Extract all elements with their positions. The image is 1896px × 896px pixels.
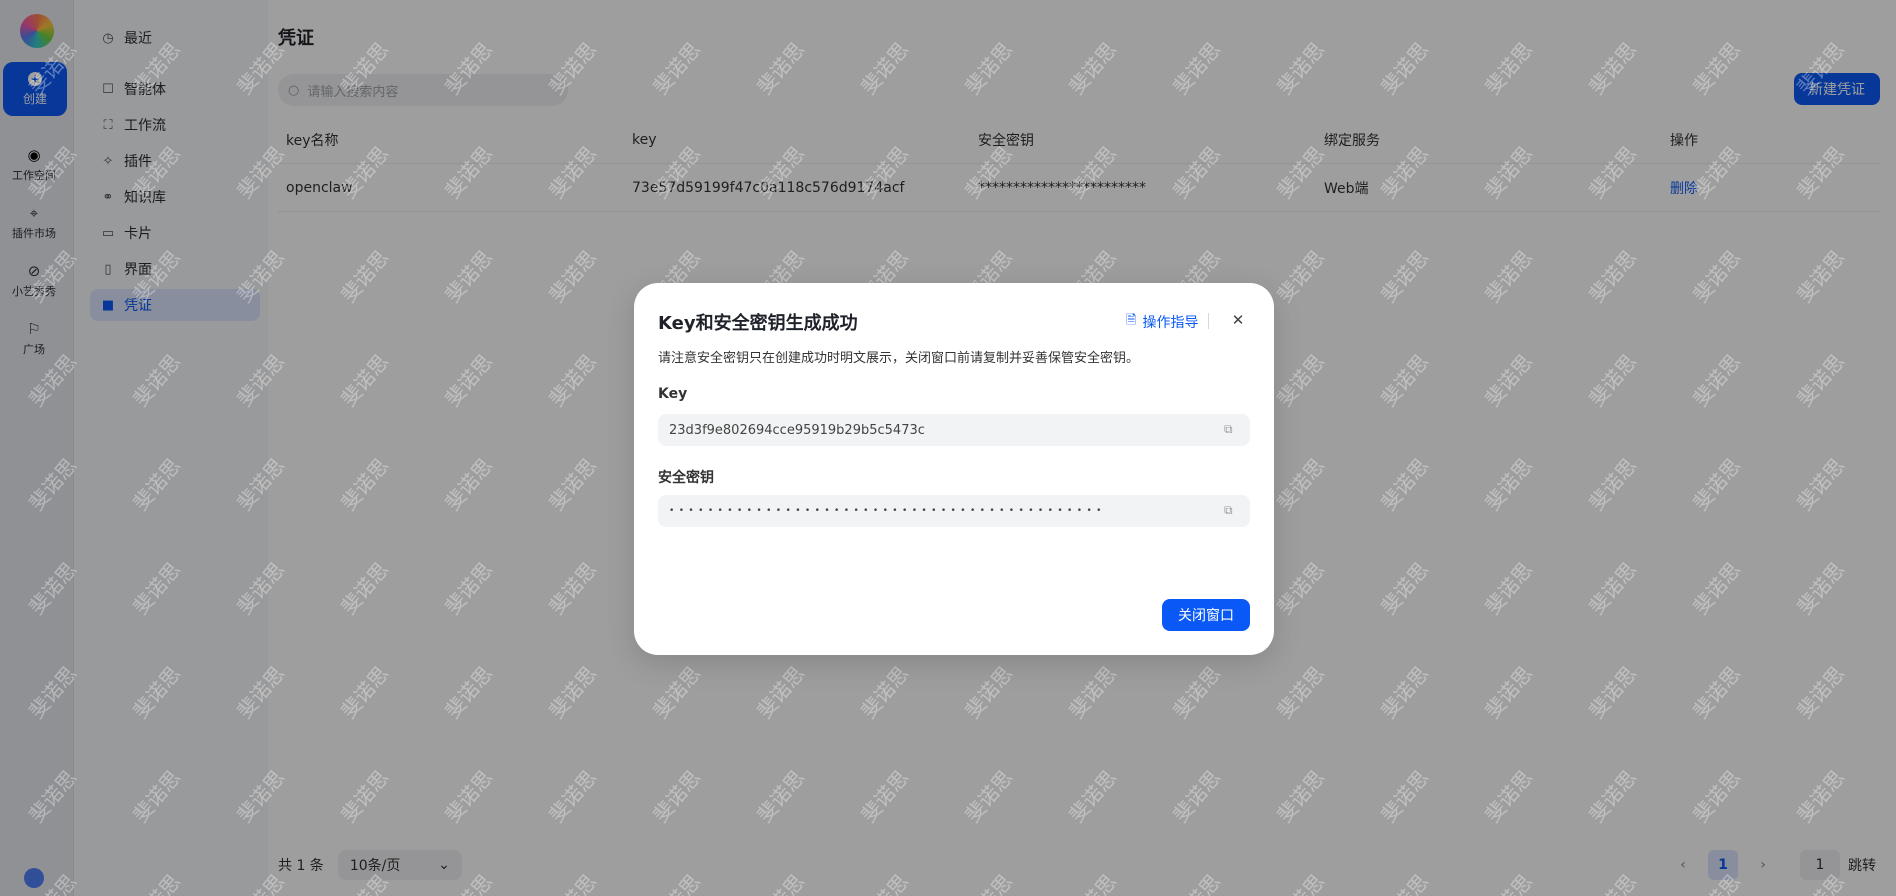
secret-value: ••••••••••••••••••••••••••••••••••••••••…: [669, 506, 1106, 516]
guide-link[interactable]: 🗎 操作指导: [1126, 311, 1198, 333]
secret-label: 安全密钥: [658, 470, 714, 486]
document-icon: 🗎: [1126, 313, 1137, 328]
key-label: Key: [658, 386, 688, 402]
guide-label: 操作指导: [1142, 315, 1199, 331]
key-created-dialog: Key和安全密钥生成成功 🗎 操作指导 ✕ 请注意安全密钥只在创建成功时明文展示…: [634, 283, 1274, 655]
copy-icon[interactable]: ⧉: [1224, 503, 1238, 517]
close-icon[interactable]: ✕: [1228, 310, 1248, 330]
key-value: 23d3f9e802694cce95919b29b5c5473c: [669, 422, 925, 438]
secret-field[interactable]: ••••••••••••••••••••••••••••••••••••••••…: [658, 495, 1250, 527]
dialog-description: 请注意安全密钥只在创建成功时明文展示，关闭窗口前请复制并妥善保管安全密钥。: [658, 351, 1140, 366]
dialog-title: Key和安全密钥生成成功: [658, 313, 858, 334]
copy-icon[interactable]: ⧉: [1224, 422, 1238, 436]
close-window-button[interactable]: 关闭窗口: [1162, 599, 1250, 631]
key-field[interactable]: 23d3f9e802694cce95919b29b5c5473c ⧉: [658, 414, 1250, 446]
divider: [1208, 313, 1209, 329]
